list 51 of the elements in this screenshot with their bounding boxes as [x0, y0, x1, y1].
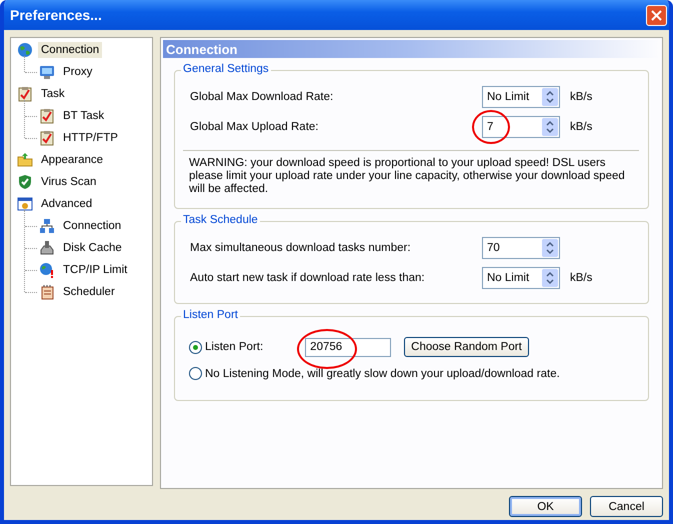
field-label: Max simultaneous download tasks number:	[190, 242, 412, 254]
number-spinner[interactable]: 7	[482, 116, 560, 138]
tree-item[interactable]: Scheduler	[60, 284, 118, 300]
unit-label: kB/s	[570, 121, 594, 133]
dialog-button[interactable]: OK	[509, 496, 582, 517]
field-label: Global Max Download Rate:	[190, 91, 334, 103]
warning-text: WARNING: your download speed is proportional to your upload speed! DSL users please limit your upload rate under your line capacity, otherwise your download speed will be affected.	[188, 156, 626, 197]
spin-arrows-icon	[542, 269, 558, 287]
tree-item[interactable]: Connection	[38, 42, 102, 58]
dialog-button[interactable]: Cancel	[590, 496, 663, 517]
port-field[interactable]: 20756	[305, 338, 392, 356]
spin-arrows-icon	[542, 88, 558, 106]
field-label: Global Max Upload Rate:	[190, 121, 320, 133]
tree-item[interactable]: Disk Cache	[60, 240, 125, 256]
radio-button[interactable]: Listen Port:	[189, 340, 264, 354]
close-button[interactable]	[646, 4, 667, 26]
group-title: Listen Port	[181, 309, 240, 321]
radio-button[interactable]: No Listening Mode, will greatly slow down your upload/download rate.	[189, 367, 560, 380]
globe-icon	[39, 262, 55, 278]
clipboard-icon	[39, 108, 55, 124]
spin-arrows-icon	[542, 239, 558, 257]
close-icon	[651, 10, 662, 20]
window-icon	[17, 196, 33, 212]
number-spinner[interactable]: No Limit	[482, 267, 560, 289]
unit-label: kB/s	[570, 91, 594, 103]
window-title: Preferences...	[10, 7, 102, 23]
tree-item[interactable]: Appearance	[38, 152, 106, 168]
disk-icon	[39, 240, 55, 256]
group-title: Task Schedule	[181, 214, 260, 226]
clipboard-icon	[39, 130, 55, 146]
spin-arrows-icon	[542, 118, 558, 136]
field-label: Auto start new task if download rate less than:	[190, 272, 426, 284]
shield-icon	[17, 174, 33, 190]
globe-icon	[17, 42, 33, 58]
clipboard-icon	[17, 86, 33, 102]
tree-item[interactable]: Virus Scan	[38, 174, 100, 190]
unit-label: kB/s	[570, 272, 594, 284]
monitor-icon	[39, 64, 55, 80]
tree-item[interactable]: Connection	[60, 218, 124, 234]
tree-item[interactable]: Proxy	[60, 64, 96, 80]
group-title: General Settings	[181, 63, 271, 75]
tree-item[interactable]: TCP/IP Limit	[60, 262, 130, 278]
random-port-button[interactable]: Choose Random Port	[404, 337, 529, 357]
tree-item[interactable]: BT Task	[60, 108, 108, 124]
tree-item[interactable]: HTTP/FTP	[60, 130, 121, 146]
folder-icon	[17, 152, 33, 168]
tree-item[interactable]: Task	[38, 86, 68, 102]
network-icon	[39, 218, 55, 234]
number-spinner[interactable]: No Limit	[482, 86, 560, 108]
tree-item[interactable]: Advanced	[38, 196, 96, 212]
number-spinner[interactable]: 70	[482, 237, 560, 259]
